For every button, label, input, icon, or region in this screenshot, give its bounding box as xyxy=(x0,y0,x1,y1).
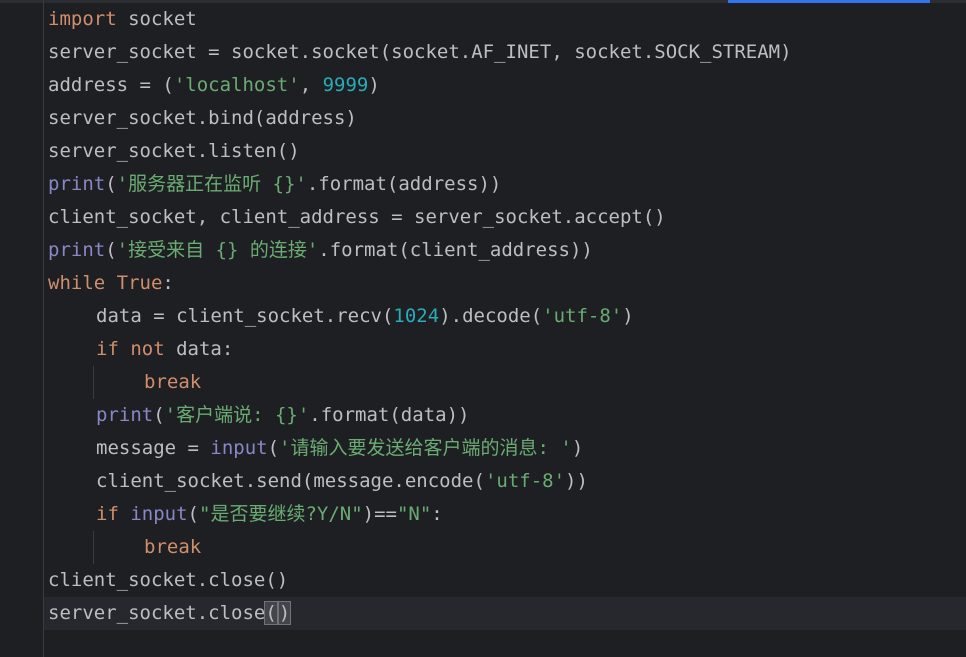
code-text: data = client_socket.recv( xyxy=(96,305,394,327)
code-line-10[interactable]: data = client_socket.recv(1024).decode('… xyxy=(96,300,634,333)
code-text: client_socket, client_address = server_s… xyxy=(48,206,666,228)
code-text: : xyxy=(431,503,443,525)
code-line-3[interactable]: address = ('localhost', 9999) xyxy=(48,69,380,102)
number-token: 1024 xyxy=(393,305,440,327)
code-line-7[interactable]: client_socket, client_address = server_s… xyxy=(48,201,666,234)
code-line-18[interactable]: client_socket.close() xyxy=(48,564,288,597)
code-text: client_socket.send(message.encode( xyxy=(96,470,485,492)
code-text: : xyxy=(162,272,174,294)
indent-guide xyxy=(93,531,94,564)
code-text: ( xyxy=(105,239,117,261)
code-text: client_socket.close() xyxy=(48,569,289,591)
keyword-token: if xyxy=(96,503,119,525)
keyword-token: break xyxy=(144,536,202,558)
string-token: '客户端说: {}' xyxy=(164,404,310,426)
keyword-token: True xyxy=(116,272,163,294)
builtin-token: print xyxy=(96,404,154,426)
code-line-8[interactable]: print('接受来自 {} 的连接'.format(client_addres… xyxy=(48,234,593,267)
string-token: 'utf-8' xyxy=(542,305,623,327)
builtin-token: input xyxy=(130,503,188,525)
code-line-5[interactable]: server_socket.listen() xyxy=(48,135,300,168)
code-line-13[interactable]: print('客户端说: {}'.format(data)) xyxy=(96,399,469,432)
code-line-19[interactable]: server_socket.close() xyxy=(48,597,292,630)
code-line-1[interactable]: import socket xyxy=(48,3,197,36)
matched-paren-close: ) xyxy=(277,601,292,625)
indent-guide xyxy=(93,366,94,399)
code-text: .format(address)) xyxy=(306,173,502,195)
string-token: '服务器正在监听 {}' xyxy=(116,173,307,195)
code-text: )== xyxy=(362,503,397,525)
code-text: ) xyxy=(622,305,634,327)
code-editor[interactable]: import socket server_socket = socket.soc… xyxy=(0,0,966,657)
code-line-12[interactable]: break xyxy=(144,366,201,399)
keyword-token: while xyxy=(48,272,106,294)
code-text: data: xyxy=(164,338,234,360)
code-text: ).decode( xyxy=(439,305,543,327)
code-text: ( xyxy=(105,173,117,195)
string-token: 'localhost' xyxy=(173,74,300,96)
code-text: server_socket = socket.socket(socket.AF_… xyxy=(48,41,792,63)
code-text: server_socket.bind(address) xyxy=(48,107,357,129)
code-line-2[interactable]: server_socket = socket.socket(socket.AF_… xyxy=(48,36,792,69)
code-line-9[interactable]: while True: xyxy=(48,267,174,300)
code-text: server_socket.close xyxy=(48,602,266,624)
code-text: , xyxy=(299,74,323,96)
code-text: .format(client_address)) xyxy=(318,239,593,261)
code-text: ) xyxy=(368,74,380,96)
code-text: )) xyxy=(565,470,588,492)
code-line-14[interactable]: message = input('请输入要发送给客户端的消息: ') xyxy=(96,432,583,465)
code-text: ( xyxy=(267,437,280,459)
code-line-15[interactable]: client_socket.send(message.encode('utf-8… xyxy=(96,465,588,498)
gutter-divider xyxy=(43,0,44,657)
string-token: '请输入要发送给客户端的消息: ' xyxy=(279,437,572,459)
editor-tab-accent xyxy=(728,0,930,3)
string-token: 'utf-8' xyxy=(484,470,566,492)
string-token: "N" xyxy=(396,503,432,525)
matched-paren-open: ( xyxy=(264,601,278,625)
builtin-token: input xyxy=(210,437,268,459)
code-text: ( xyxy=(187,503,199,525)
code-text: address = ( xyxy=(48,74,174,96)
code-text: ) xyxy=(571,437,584,459)
keyword-token: break xyxy=(144,371,202,393)
code-text: message = xyxy=(96,437,211,459)
number-token: 9999 xyxy=(322,74,369,96)
code-text: socket xyxy=(116,8,197,30)
code-line-16[interactable]: if input("是否要继续?Y/N")=="N": xyxy=(96,498,443,531)
code-line-11[interactable]: if not data: xyxy=(96,333,233,366)
builtin-token: print xyxy=(48,173,106,195)
keyword-token: import xyxy=(48,8,117,30)
code-text: ( xyxy=(153,404,165,426)
keyword-token: if xyxy=(96,338,119,360)
code-line-4[interactable]: server_socket.bind(address) xyxy=(48,102,357,135)
string-token: "是否要继续?Y/N" xyxy=(199,503,363,525)
string-token: '接受来自 {} 的连接' xyxy=(116,239,319,261)
code-text: .format(data)) xyxy=(309,404,470,426)
code-line-17[interactable]: break xyxy=(144,531,201,564)
keyword-token: not xyxy=(130,338,165,360)
builtin-token: print xyxy=(48,239,106,261)
code-text: server_socket.listen() xyxy=(48,140,300,162)
code-line-6[interactable]: print('服务器正在监听 {}'.format(address)) xyxy=(48,168,501,201)
